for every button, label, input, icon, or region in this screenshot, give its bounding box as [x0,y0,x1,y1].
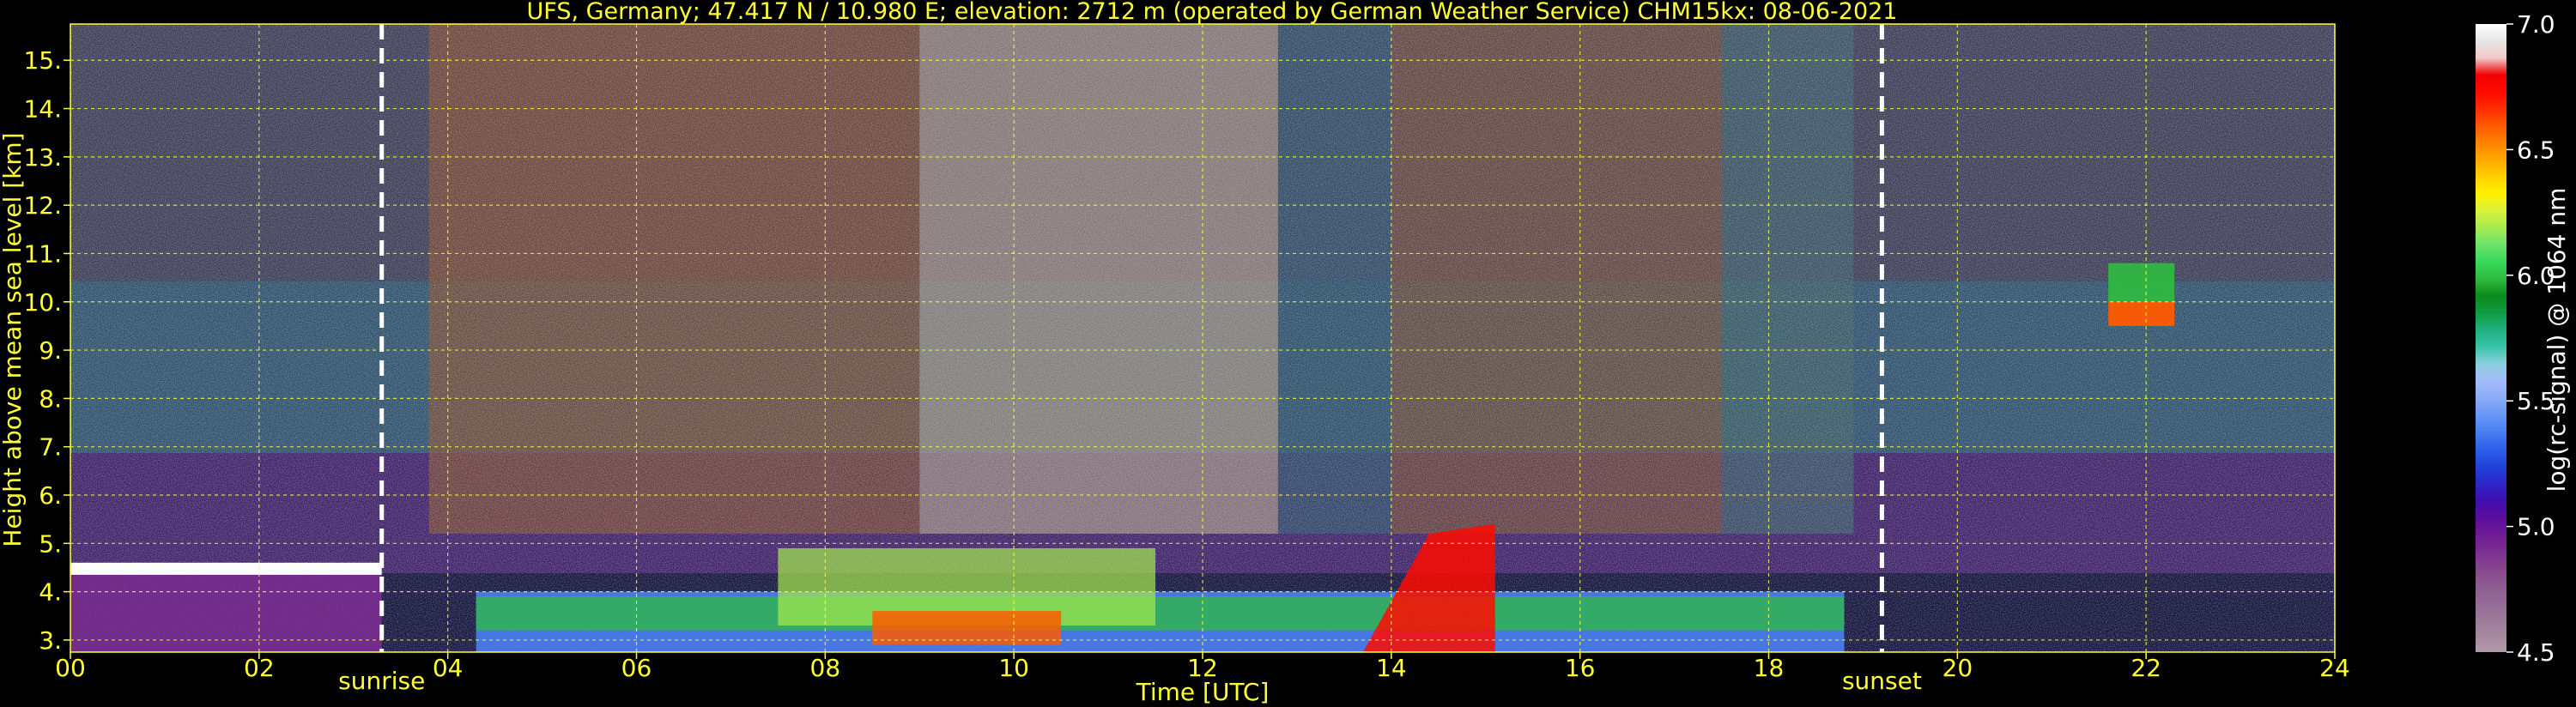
lidar-chart: UFS, Germany; 47.417 N / 10.980 E; eleva… [0,0,2571,706]
cloud-layer [70,562,382,575]
y-axis-label: Height above mean sea level [km] [0,132,27,547]
colorbar [2476,24,2506,652]
sunset-label: sunset [1842,667,1922,695]
y-tick-label: 12. [23,191,62,220]
x-axis-label: Time [UTC] [1136,678,1270,706]
x-tick-label: 02 [244,654,275,682]
plot-area [70,24,2335,652]
sunrise-label: sunrise [338,667,425,695]
x-tick-label: 24 [2319,654,2350,682]
y-tick-label: 10. [23,288,62,317]
sun-event-labels: sunrise sunset [338,667,1922,695]
noise-overlay [70,24,2335,652]
x-tick-label: 22 [2131,654,2161,682]
colorbar-tick-label: 7.0 [2517,10,2555,39]
y-tick-label: 15. [23,46,62,75]
x-tick-label: 00 [55,654,86,682]
y-tick-label: 11. [23,239,62,268]
x-tick-label: 04 [433,654,464,682]
x-tick-label: 10 [998,654,1029,682]
colorbar-tick-label: 4.5 [2517,638,2555,667]
x-tick-label: 16 [1565,654,1596,682]
x-tick-label: 20 [1943,654,1973,682]
elevated-layer-top [2108,263,2175,302]
y-tick-label: 9. [39,336,62,365]
cloud-layer-base [70,574,382,652]
y-tick-label: 8. [39,384,62,413]
x-tick-label: 06 [621,654,652,682]
y-tick-label: 14. [23,95,62,124]
colorbar-tick-label: 6.5 [2517,136,2555,164]
y-tick-label: 5. [39,529,62,558]
x-tick-label: 18 [1754,654,1785,682]
colorbar-tick-label: 5.0 [2517,513,2555,541]
y-axis-ticks: 3. 4. 5. 6. 7. 8. 9. 10. 11. 12. 13. 14. 15. [23,46,70,655]
x-tick-label: 08 [810,654,841,682]
y-tick-label: 4. [39,578,62,607]
y-tick-label: 7. [39,433,62,462]
elevated-layer [2108,301,2175,326]
x-tick-label: 14 [1376,654,1407,682]
chart-title: UFS, Germany; 47.417 N / 10.980 E; eleva… [527,0,1898,25]
colorbar-label: log(rc-signal) @ 1064 nm [2543,188,2571,492]
boundary-layer-core [476,596,1845,631]
y-tick-label: 6. [39,481,62,510]
y-tick-label: 13. [23,143,62,172]
y-tick-label: 3. [39,626,62,655]
